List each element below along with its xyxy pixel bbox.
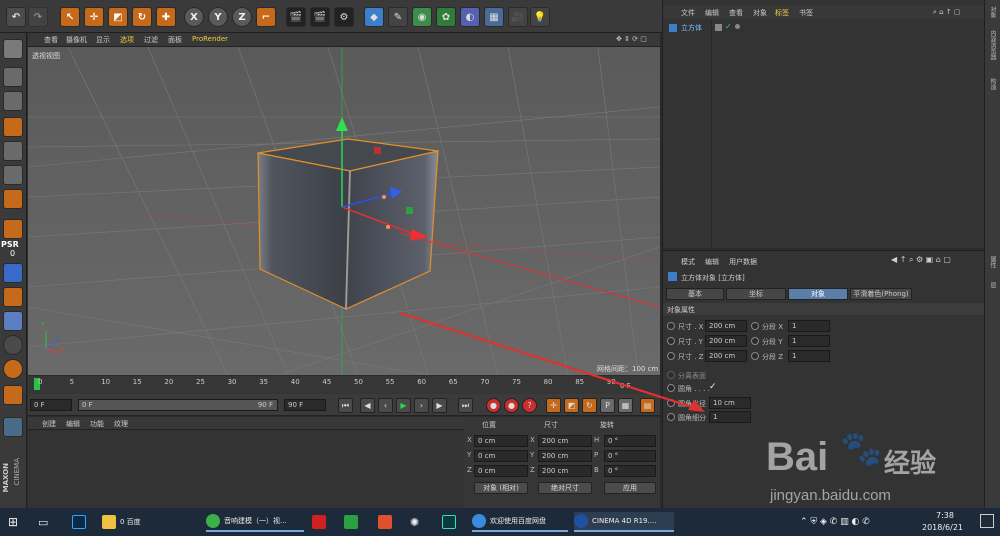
app-red-icon[interactable] [312,512,330,532]
baidu-watermark: Bai 🐾 经验 jingyan.baidu.com [766,425,996,505]
tab-structure[interactable]: 构造 [988,78,997,90]
paw-icon: 🐾 [840,429,883,469]
watermark-brand2: 经验 [884,449,937,479]
wechat-icon[interactable] [344,512,362,532]
watermark-brand: Bai [766,435,829,479]
app-orange-icon[interactable] [378,512,396,532]
taskbar-item-cinema4d[interactable]: CINEMA 4D R19.... [574,512,674,532]
taskbar-item-video[interactable]: 音响建模（一）视... [206,512,304,532]
clock-time: 7:38 [936,511,954,520]
notification-icon[interactable] [980,514,994,528]
tray-icons[interactable]: ⌃ ⛨ ◈ ✆ ▥ ◐ ✆ [800,512,870,532]
audition-icon[interactable] [442,512,460,532]
task-view-icon[interactable]: ▭ [38,512,48,532]
clock-date: 2018/6/21 [922,523,964,532]
photoshop-icon[interactable] [72,512,90,532]
watermark-url: jingyan.baidu.com [770,487,891,504]
start-icon[interactable]: ⊞ [8,512,18,532]
app-gear-icon[interactable]: ✺ [410,512,419,532]
taskbar-item-baidu[interactable]: 0 百度 [102,512,198,532]
tab-objects[interactable]: 对象 [988,6,997,18]
taskbar-item-netdisk[interactable]: 欢迎使用百度网盘 [472,512,568,532]
tab-attributes[interactable]: 属性 [988,256,997,268]
tab-content-browser[interactable]: 内容浏览器 [988,30,997,60]
tab-layers[interactable]: 层 [988,282,997,288]
windows-taskbar: ⊞ ▭ 0 百度 音响建模（一）视... ✺ 欢迎使用百度网盘 CINEMA 4… [0,508,1000,536]
